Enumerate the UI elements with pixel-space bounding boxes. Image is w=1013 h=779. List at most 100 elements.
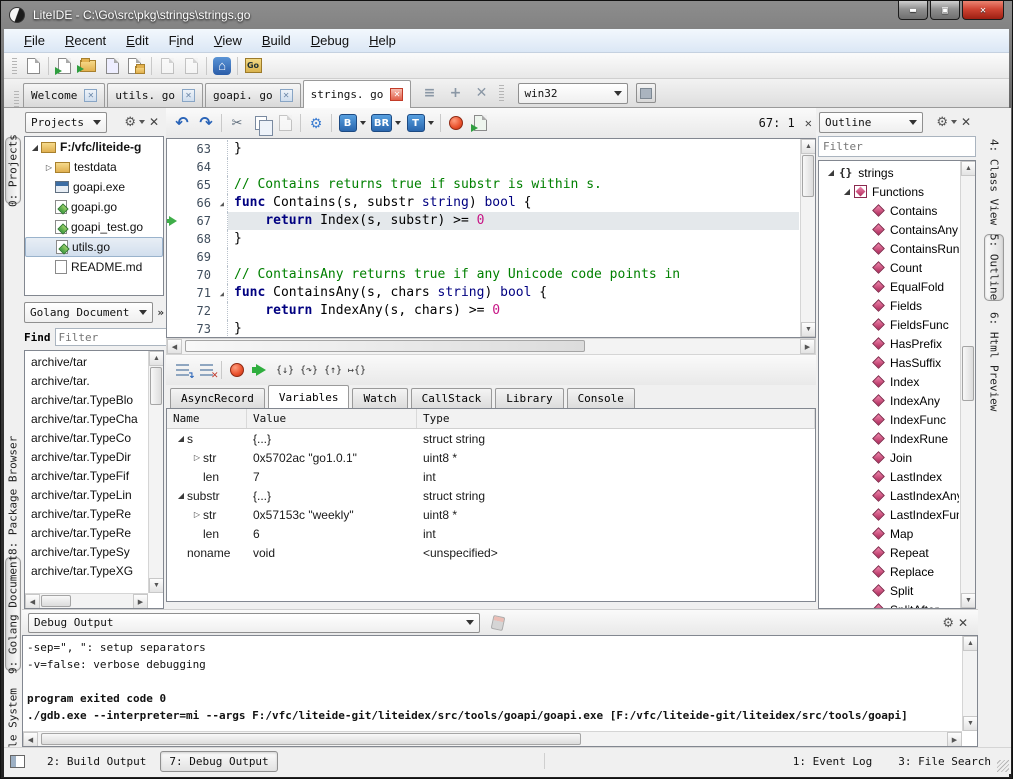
rail-item-8-package-browser[interactable]: 8: Package Browser [5, 439, 21, 551]
tree-item-utils-go[interactable]: utils.go [25, 237, 163, 257]
package-list-hscrollbar[interactable]: ◀ ▶ [25, 593, 148, 608]
rail-item-4-class-view[interactable]: 4: Class View [984, 141, 1004, 224]
variable-row-noname[interactable]: nonamevoid<unspecified> [167, 543, 815, 562]
code-line-69[interactable]: 69 [167, 248, 799, 266]
minimize-button[interactable]: ▬ [898, 1, 928, 20]
outline-vscrollbar[interactable]: ▲ ▼ [960, 161, 975, 608]
rail-item-9-golang-document[interactable]: 9: Golang Document [5, 557, 21, 671]
new-file-icon[interactable] [21, 55, 45, 77]
code-line-68[interactable]: 68} [167, 230, 799, 248]
build-b-menu-button[interactable]: B [335, 112, 369, 134]
tree-item-readme-md[interactable]: README.md [25, 257, 163, 277]
export-icon[interactable] [468, 112, 492, 134]
close-button[interactable]: ✕ [962, 1, 1004, 20]
home-icon[interactable]: ⌂ [210, 55, 234, 77]
golang-document-selector[interactable]: Golang Document [24, 302, 153, 323]
go-env-icon[interactable]: Go [241, 55, 265, 77]
tab-utils-go[interactable]: utils. go✕ [107, 83, 203, 107]
debug-tab-callstack[interactable]: CallStack [411, 388, 493, 408]
variable-row-len[interactable]: len7int [167, 467, 815, 486]
paste-icon[interactable] [273, 112, 297, 134]
title-bar[interactable]: LiteIDE - C:\Go\src\pkg\strings\strings.… [1, 1, 1012, 29]
package-list-item[interactable]: archive/tar.TypeRe [25, 505, 147, 524]
outline-function-containsany[interactable]: ContainsAny [819, 220, 959, 239]
collapse-arrow-icon[interactable]: ◢ [841, 187, 853, 196]
close-panel-icon[interactable]: ✕ [145, 115, 163, 129]
debug-tab-asyncrecord[interactable]: AsyncRecord [170, 388, 265, 408]
outline-function-repeat[interactable]: Repeat [819, 543, 959, 562]
package-list-item[interactable]: archive/tar.TypeDir [25, 448, 147, 467]
env-settings-button[interactable] [636, 83, 656, 103]
status-7-debug-output[interactable]: 7: Debug Output [160, 751, 277, 772]
outline-function-join[interactable]: Join [819, 448, 959, 467]
clear-output-icon[interactable] [491, 614, 506, 630]
tab-list-icon[interactable]: ≡ [417, 81, 441, 105]
outline-function-hassuffix[interactable]: HasSuffix [819, 353, 959, 372]
copy-icon[interactable] [249, 112, 273, 134]
tab-close-icon[interactable]: ✕ [84, 89, 97, 102]
package-list-item[interactable]: archive/tar.TypeSy [25, 543, 147, 562]
outline-function-equalfold[interactable]: EqualFold [819, 277, 959, 296]
outline-function-containsrune[interactable]: ContainsRune [819, 239, 959, 258]
code-line-65[interactable]: 65// Contains returns true if substr is … [167, 176, 799, 194]
rail-item-0-projects[interactable]: 0: Projects [5, 137, 21, 204]
output-hscrollbar[interactable]: ◀ ▶ [23, 731, 962, 746]
open-file-icon[interactable] [52, 55, 76, 77]
undo-icon[interactable]: ↶ [170, 112, 194, 134]
close-editor-icon[interactable]: ✕ [805, 116, 812, 130]
outline-function-replace[interactable]: Replace [819, 562, 959, 581]
code-line-66[interactable]: 66◢func Contains(s, substr string) bool … [167, 194, 799, 212]
package-list-item[interactable]: archive/tar.TypeBlo [25, 391, 147, 410]
package-list-item[interactable]: archive/tar.TypeFif [25, 467, 147, 486]
output-vscrollbar[interactable]: ▲ ▼ [962, 636, 977, 731]
variable-row-str[interactable]: ▷str0x57153c "weekly"uint8 * [167, 505, 815, 524]
debug-tab-console[interactable]: Console [567, 388, 635, 408]
code-line-70[interactable]: 70// ContainsAny returns true if any Uni… [167, 266, 799, 284]
outline-function-split[interactable]: Split [819, 581, 959, 600]
variable-row-len[interactable]: len6int [167, 524, 815, 543]
package-list-item[interactable]: archive/tar. [25, 372, 147, 391]
record-icon[interactable] [444, 112, 468, 134]
status-3-file-search[interactable]: 3: File Search [898, 755, 991, 768]
rail-item-6-html-preview[interactable]: 6: Html Preview [984, 309, 1004, 414]
env-selector[interactable]: win32 [518, 83, 628, 104]
menu-help[interactable]: Help [359, 31, 406, 50]
outline-function-splitafter[interactable]: SplitAfter [819, 600, 959, 608]
continue-icon[interactable] [249, 359, 273, 381]
tree-item-goapi-test-go[interactable]: goapi_test.go [25, 217, 163, 237]
outline-function-count[interactable]: Count [819, 258, 959, 277]
column-header-type[interactable]: Type [417, 409, 815, 428]
collapse-arrow-icon[interactable]: ◢ [175, 491, 187, 500]
outline-filter-input[interactable] [818, 136, 976, 157]
delete-item-icon[interactable] [194, 359, 218, 381]
status-1-event-log[interactable]: 1: Event Log [793, 755, 872, 768]
code-line-63[interactable]: 63} [167, 140, 799, 158]
package-list-item[interactable]: archive/tar.TypeRe [25, 524, 147, 543]
outline-root-strings[interactable]: ◢{}strings [819, 163, 959, 182]
debug-tab-variables[interactable]: Variables [268, 385, 350, 408]
save-file-icon[interactable] [100, 55, 124, 77]
menu-recent[interactable]: Recent [55, 31, 116, 50]
outline-function-index[interactable]: Index [819, 372, 959, 391]
tab-welcome[interactable]: Welcome✕ [23, 83, 105, 107]
insert-item-icon[interactable] [170, 359, 194, 381]
tab-strings-go[interactable]: strings. go✕ [303, 80, 412, 108]
collapse-arrow-icon[interactable]: ◢ [175, 434, 187, 443]
build-t-menu-button[interactable]: T [403, 112, 437, 134]
code-line-71[interactable]: 71◢func ContainsAny(s, chars string) boo… [167, 284, 799, 302]
redo-icon[interactable]: ↷ [194, 112, 218, 134]
close-file-icon[interactable] [179, 55, 203, 77]
outline-function-hasprefix[interactable]: HasPrefix [819, 334, 959, 353]
step-over-icon[interactable]: {↷} [297, 359, 321, 381]
collapse-arrow-icon[interactable]: ◢ [825, 168, 837, 177]
outline-function-indexfunc[interactable]: IndexFunc [819, 410, 959, 429]
gear-icon[interactable]: ⚙ [936, 114, 957, 130]
package-list-item[interactable]: archive/tar.TypeCha [25, 410, 147, 429]
tree-item-goapi-exe[interactable]: goapi.exe [25, 177, 163, 197]
close-panel-icon[interactable]: ✕ [957, 115, 975, 129]
package-list-item[interactable]: archive/tar [25, 353, 147, 372]
output-selector[interactable]: Debug Output [28, 613, 480, 633]
expand-arrow-icon[interactable]: ▷ [191, 453, 203, 462]
menu-build[interactable]: Build [252, 31, 301, 50]
outline-selector[interactable]: Outline [819, 112, 923, 133]
